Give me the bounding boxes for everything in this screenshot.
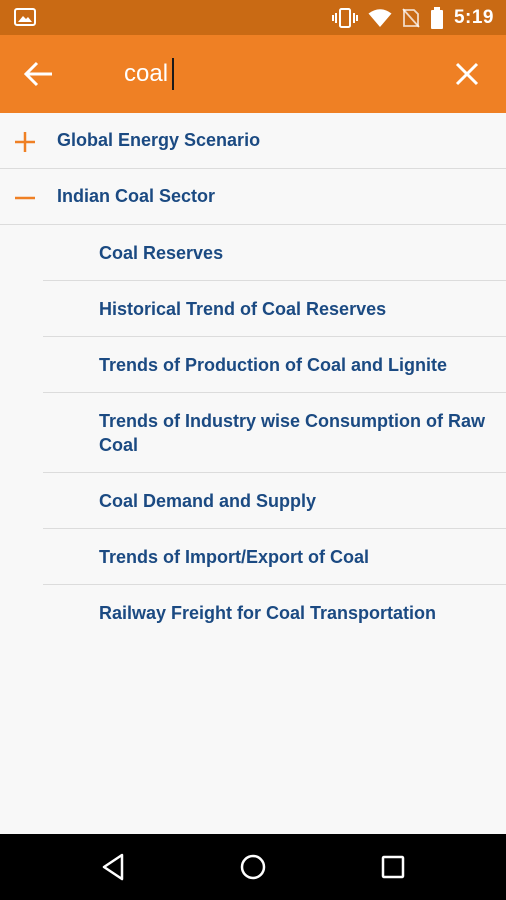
minus-icon: [15, 196, 35, 200]
list-item-railway-freight[interactable]: Railway Freight for Coal Transportation: [43, 585, 506, 640]
back-arrow-icon[interactable]: [22, 59, 56, 89]
status-time: 5:19: [453, 6, 494, 28]
image-icon: [14, 8, 36, 26]
recents-square-icon[interactable]: [377, 851, 409, 883]
list-item-historical-trend[interactable]: Historical Trend of Coal Reserves: [43, 281, 506, 337]
status-bar: 5:19: [0, 0, 506, 35]
vibrate-icon: [331, 7, 358, 28]
list-item-consumption-trends[interactable]: Trends of Industry wise Consumption of R…: [43, 393, 506, 473]
search-toolbar: [0, 35, 506, 113]
list-item-demand-supply[interactable]: Coal Demand and Supply: [43, 473, 506, 529]
wifi-icon: [368, 8, 392, 27]
back-triangle-icon[interactable]: [98, 851, 130, 883]
list-item-production-trends[interactable]: Trends of Production of Coal and Lignite: [43, 337, 506, 393]
group-global-energy-scenario[interactable]: Global Energy Scenario: [0, 113, 506, 169]
topic-list: Global Energy Scenario Indian Coal Secto…: [0, 113, 506, 640]
plus-icon: [15, 132, 35, 152]
navigation-bar: [0, 834, 506, 900]
text-caret: [172, 58, 174, 90]
group-label: Global Energy Scenario: [57, 130, 261, 150]
group-indian-coal-sector[interactable]: Indian Coal Sector: [0, 169, 506, 225]
search-input[interactable]: [118, 53, 438, 95]
group-label: Indian Coal Sector: [57, 186, 216, 206]
list-item-import-export[interactable]: Trends of Import/Export of Coal: [43, 529, 506, 585]
list-item-coal-reserves[interactable]: Coal Reserves: [43, 225, 506, 281]
status-icons: 5:19: [331, 0, 494, 35]
battery-icon: [430, 6, 443, 29]
home-circle-icon[interactable]: [237, 851, 269, 883]
clear-icon[interactable]: [454, 61, 480, 87]
no-sim-icon: [402, 7, 420, 28]
